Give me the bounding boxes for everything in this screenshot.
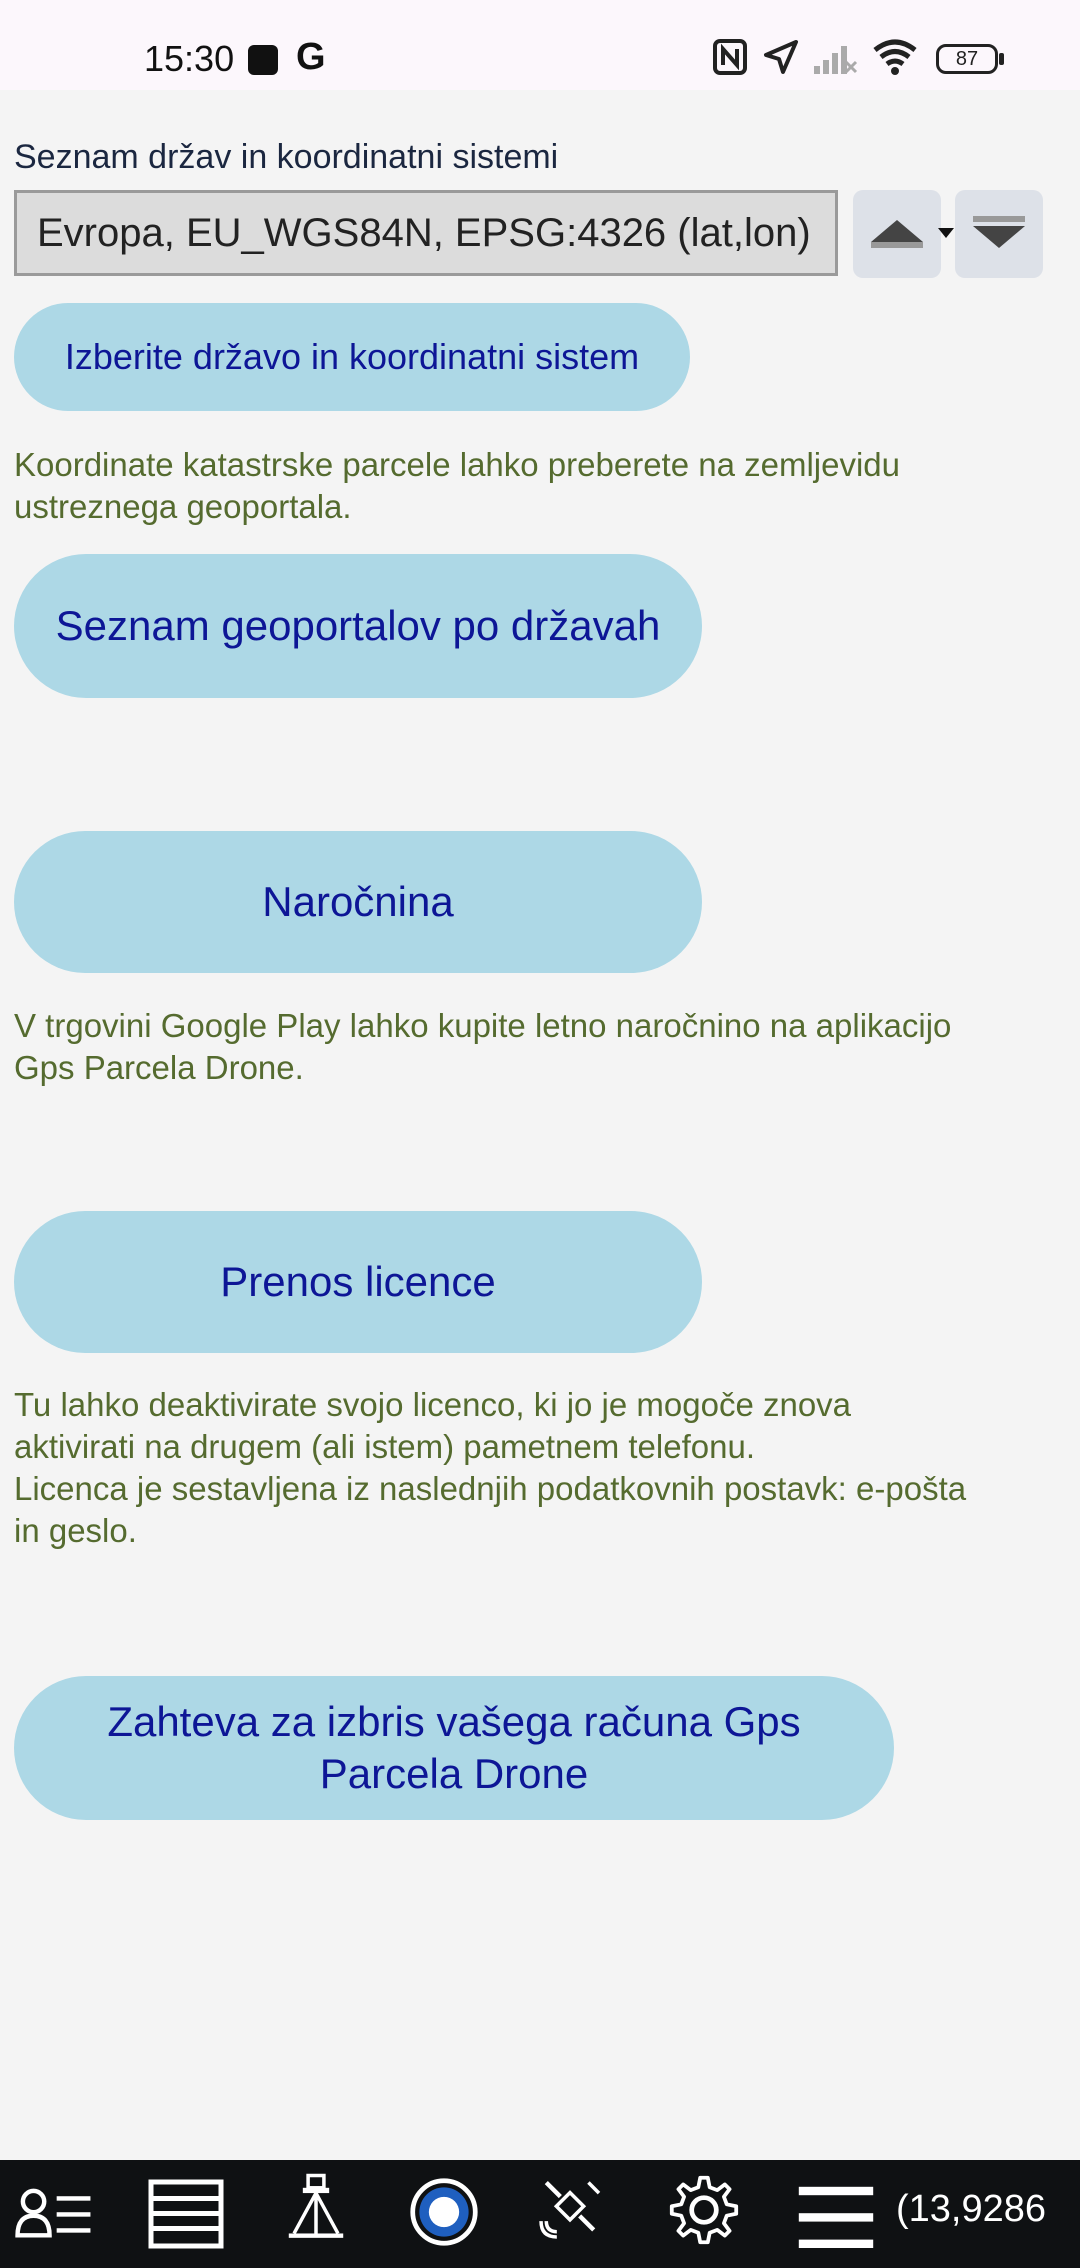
wifi-icon (873, 39, 917, 75)
survey-instrument-icon[interactable] (276, 2172, 356, 2244)
subscription-button[interactable]: Naročnina (14, 831, 702, 973)
gear-icon[interactable] (664, 2174, 744, 2246)
arrow-down-bar (973, 216, 1025, 222)
battery-icon: 87 (936, 44, 998, 74)
geoportal-note: Koordinate katastrske parcele lahko preb… (14, 446, 901, 525)
location-arrow-icon (764, 40, 798, 74)
layers-list-icon[interactable] (146, 2178, 226, 2250)
delete-account-button[interactable]: Zahteva za izbris vašega računa Gps Parc… (14, 1676, 894, 1820)
hamburger-menu-icon[interactable] (796, 2182, 876, 2254)
arrow-up-icon (871, 220, 923, 242)
notification-app-icon (248, 45, 278, 75)
nfc-icon (713, 39, 747, 75)
user-list-icon[interactable] (14, 2178, 94, 2250)
select-country-button[interactable]: Izberite državo in koordinatni sistem (14, 303, 690, 411)
license-transfer-button[interactable]: Prenos licence (14, 1211, 702, 1353)
google-icon: G (296, 36, 326, 78)
status-bar: 15:30 G 87 (0, 0, 1080, 90)
country-select[interactable]: Evropa, EU_WGS84N, EPSG:4326 (lat,lon) (14, 190, 838, 276)
arrow-down-icon (973, 226, 1025, 248)
license-note: Tu lahko deaktivirate svojo licenco, ki … (14, 1386, 967, 1549)
scroll-down-button[interactable] (955, 190, 1043, 278)
arrow-up-bar (871, 242, 923, 248)
satellite-icon[interactable] (530, 2172, 610, 2244)
subscription-note: V trgovini Google Play lahko kupite letn… (14, 1007, 952, 1086)
no-signal-icon (814, 46, 858, 74)
geoportal-list-button[interactable]: Seznam geoportalov po državah (14, 554, 702, 698)
battery-tip (999, 53, 1004, 65)
scroll-up-button[interactable] (853, 190, 941, 278)
coordinates-readout: (13,9286 (896, 2188, 1047, 2230)
country-list-label: Seznam držav in koordinatni sistemi (14, 138, 559, 176)
dropdown-indicator-icon (938, 228, 954, 238)
status-time: 15:30 (144, 38, 235, 79)
record-circle-icon[interactable] (404, 2176, 484, 2248)
